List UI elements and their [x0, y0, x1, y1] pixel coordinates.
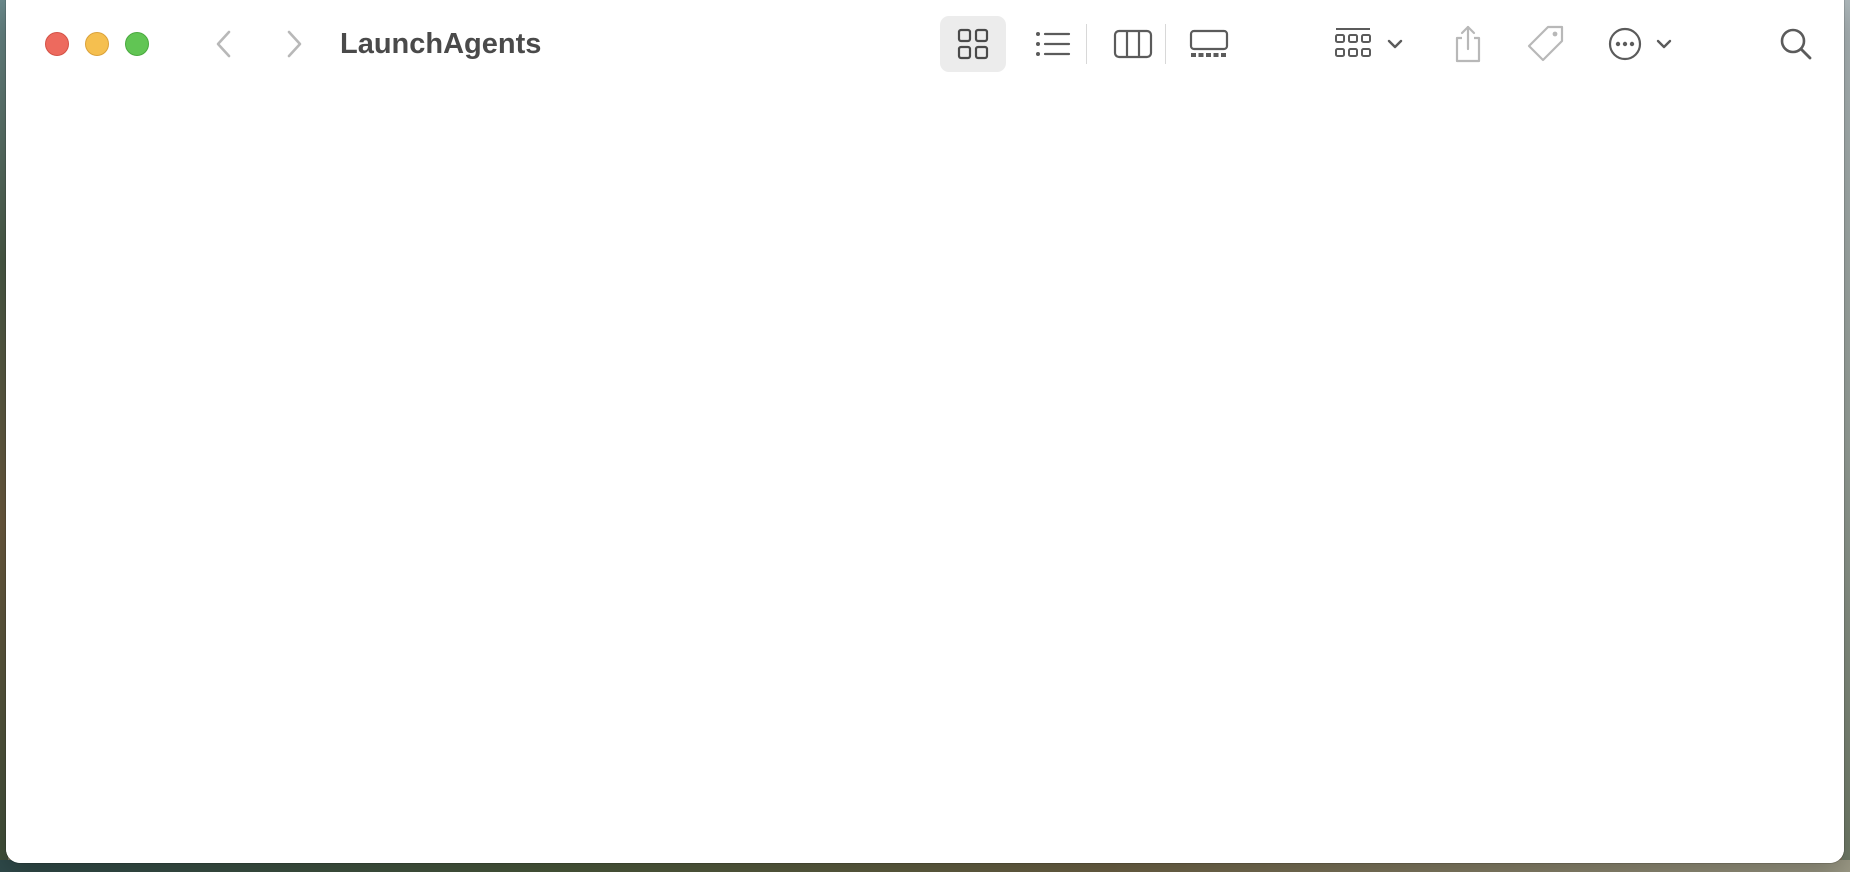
share-icon	[1455, 25, 1481, 63]
file-browser-content[interactable]	[6, 88, 1844, 863]
columns-icon	[1113, 29, 1153, 59]
chevron-left-icon	[216, 30, 231, 58]
search-icon	[1780, 28, 1812, 60]
share-button[interactable]	[1442, 16, 1494, 72]
tag-icon	[1527, 25, 1564, 62]
back-button[interactable]	[204, 24, 244, 64]
view-icons-button[interactable]	[940, 16, 1006, 72]
more-actions-button[interactable]	[1598, 16, 1684, 72]
group-grid-icon	[1335, 28, 1371, 57]
view-columns-button[interactable]	[1100, 16, 1166, 72]
zoom-window-button[interactable]	[125, 32, 149, 56]
minimize-window-button[interactable]	[85, 32, 109, 56]
grid-icon	[957, 28, 989, 60]
gallery-icon	[1189, 29, 1229, 57]
forward-button[interactable]	[274, 24, 314, 64]
toolbar: LaunchAgents	[6, 0, 1844, 88]
view-gallery-button[interactable]	[1176, 16, 1242, 72]
ellipsis-circle-icon	[1608, 27, 1642, 61]
view-list-button[interactable]	[1022, 16, 1084, 72]
list-icon	[1036, 32, 1071, 56]
chevron-down-icon	[1656, 39, 1672, 49]
chevron-right-icon	[287, 30, 302, 58]
finder-window: LaunchAgents	[6, 0, 1844, 863]
toolbar-separator	[1165, 24, 1166, 64]
search-button[interactable]	[1770, 16, 1822, 72]
toolbar-separator	[1086, 24, 1087, 64]
window-title: LaunchAgents	[340, 28, 542, 60]
group-button[interactable]	[1330, 16, 1410, 72]
tags-button[interactable]	[1518, 16, 1574, 72]
chevron-down-icon	[1387, 39, 1403, 49]
close-window-button[interactable]	[45, 32, 69, 56]
